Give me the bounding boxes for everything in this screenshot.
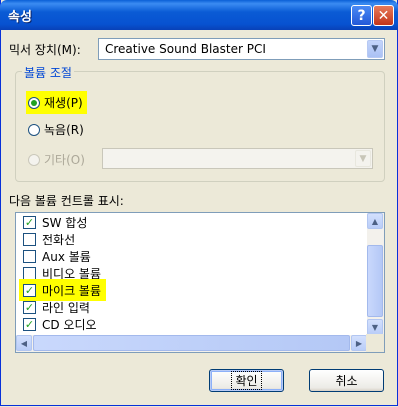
properties-dialog: 속성 ? ✕ 믹서 장치(M): Creative Sound Blaster … xyxy=(0,0,398,406)
checkbox-checked-icon[interactable]: ✓ xyxy=(23,300,36,314)
chevron-down-icon: ▼ xyxy=(355,150,371,167)
chevron-down-icon[interactable]: ▼ xyxy=(367,40,383,58)
checkbox-unchecked-icon[interactable] xyxy=(23,266,36,280)
title-bar[interactable]: 속성 ? ✕ xyxy=(0,0,398,30)
mixer-device-select[interactable]: Creative Sound Blaster PCI ▼ xyxy=(98,38,385,60)
vertical-scrollbar[interactable]: ▲ ▼ xyxy=(367,213,384,335)
mixer-device-label: 믹서 장치(M): xyxy=(9,43,81,57)
help-icon: ? xyxy=(357,7,366,24)
mixer-device-value: Creative Sound Blaster PCI xyxy=(105,42,266,56)
list-item-label: CD 오디오 xyxy=(42,317,97,332)
cancel-button-label: 취소 xyxy=(335,374,358,388)
list-item[interactable]: Aux 볼륨 xyxy=(23,248,91,264)
ok-button-label: 확인 xyxy=(231,371,262,390)
volume-controls-list[interactable]: ✓ SW 합성 전화선 Aux 볼륨 비디오 볼륨 ✓ 마이크 볼륨 ✓ 라인 … xyxy=(15,212,385,353)
list-item[interactable]: ✓ SW 합성 xyxy=(23,214,87,230)
list-item[interactable]: ✓ 라인 입력 xyxy=(23,299,90,315)
horizontal-scroll-thumb[interactable] xyxy=(33,335,350,351)
close-icon: ✕ xyxy=(377,7,390,24)
horizontal-scrollbar[interactable]: ◀ ▶ xyxy=(16,335,367,352)
radio-other-label: 기타(O) xyxy=(44,153,85,167)
cancel-button[interactable]: 취소 xyxy=(309,369,384,392)
checkbox-checked-icon[interactable]: ✓ xyxy=(23,317,36,331)
list-item-label: 전화선 xyxy=(42,232,76,247)
close-button[interactable]: ✕ xyxy=(373,5,394,26)
radio-selected-icon xyxy=(28,96,40,109)
controls-label: 다음 볼륨 컨트롤 표시: xyxy=(9,194,124,208)
list-item-label: 라인 입력 xyxy=(42,300,90,315)
other-device-select: ▼ xyxy=(102,148,373,169)
help-button[interactable]: ? xyxy=(351,5,372,26)
radio-playback-label: 재생(P) xyxy=(44,96,83,110)
list-item[interactable]: ✓ CD 오디오 xyxy=(23,316,97,332)
vertical-scroll-thumb[interactable] xyxy=(367,245,383,317)
checkbox-unchecked-icon[interactable] xyxy=(23,232,36,246)
volume-adjust-group-title: 볼륨 조절 xyxy=(22,64,74,81)
list-item-label: Aux 볼륨 xyxy=(42,249,91,264)
checkbox-checked-icon[interactable]: ✓ xyxy=(23,215,36,229)
checkbox-unchecked-icon[interactable] xyxy=(23,249,36,263)
scroll-right-icon[interactable]: ▶ xyxy=(351,335,367,351)
scroll-up-icon[interactable]: ▲ xyxy=(367,213,383,229)
radio-recording[interactable]: 녹음(R) xyxy=(28,121,84,138)
radio-disabled-icon xyxy=(28,153,40,166)
list-item-label: 마이크 볼륨 xyxy=(42,283,102,298)
list-item[interactable]: 전화선 xyxy=(23,231,75,247)
scroll-left-icon[interactable]: ◀ xyxy=(16,335,32,351)
radio-other: 기타(O) xyxy=(28,151,85,168)
window-title: 속성 xyxy=(8,10,32,25)
radio-recording-label: 녹음(R) xyxy=(44,123,84,137)
radio-unselected-icon xyxy=(28,123,40,136)
checkbox-checked-icon[interactable]: ✓ xyxy=(23,283,36,297)
list-item-label: SW 합성 xyxy=(42,215,88,230)
ok-button[interactable]: 확인 xyxy=(209,369,284,392)
radio-playback[interactable]: 재생(P) xyxy=(26,91,87,114)
scroll-down-icon[interactable]: ▼ xyxy=(367,319,383,335)
scrollbar-corner xyxy=(366,334,384,352)
